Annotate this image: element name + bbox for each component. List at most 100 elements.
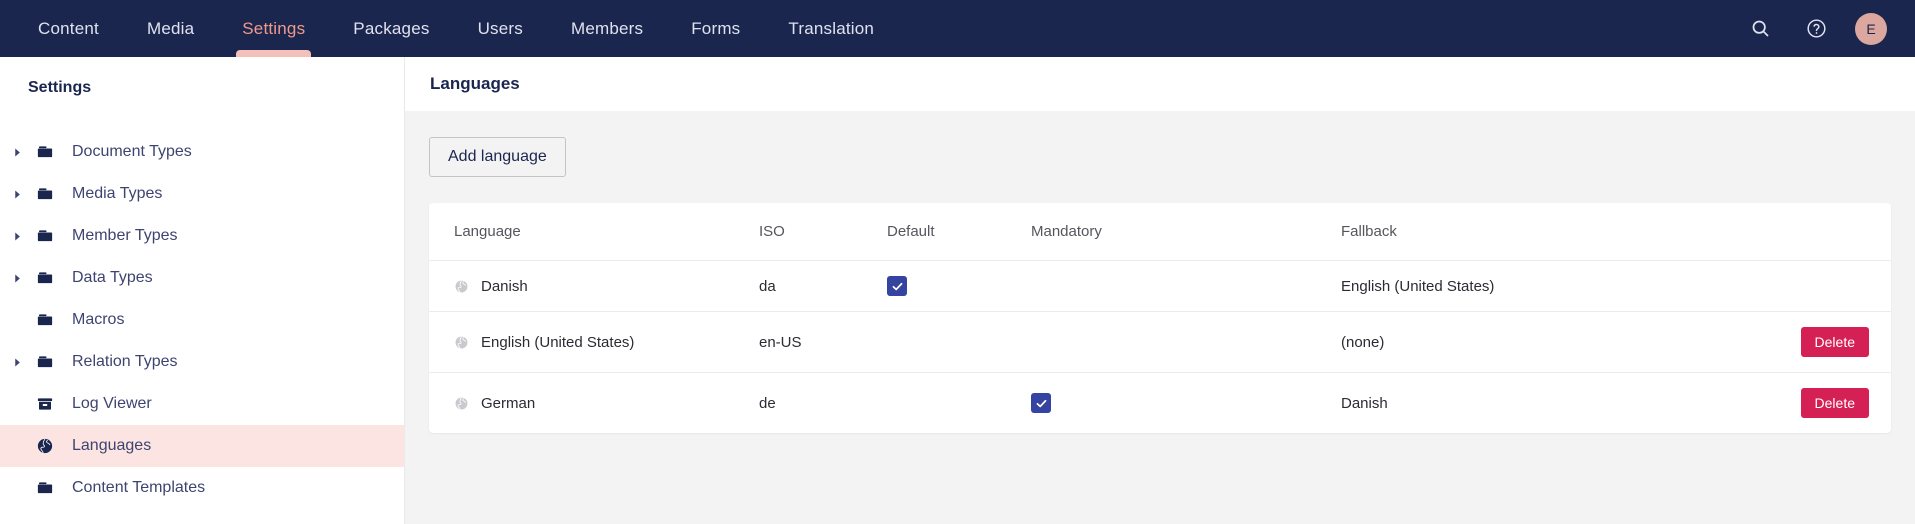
sidebar-item-label: Languages — [72, 437, 152, 454]
sidebar-title: Settings — [28, 79, 92, 96]
nav-item-label: Forms — [691, 18, 741, 38]
cell-actions: Delete — [1771, 311, 1891, 373]
chevron-right-icon[interactable] — [4, 215, 30, 257]
sidebar-item-label: Relation Types — [72, 353, 178, 370]
sidebar-item-data-types[interactable]: Data Types — [0, 257, 404, 299]
nav-item-members[interactable]: Members — [547, 0, 667, 57]
cell-iso: de — [759, 394, 776, 412]
column-header-actions — [1771, 203, 1891, 261]
top-navigation-bar: Content Media Settings Packages Users Members… — [0, 0, 1915, 57]
language-name: English (United States) — [481, 333, 635, 351]
cell-default — [887, 373, 1031, 434]
app-body: Settings Document Types Media Types Member… — [0, 57, 1915, 524]
folder-icon — [30, 479, 60, 497]
cell-language: German — [429, 373, 759, 434]
languages-table-card: Language ISO Default Mandatory Fallback … — [429, 203, 1891, 433]
folder-icon — [30, 227, 60, 245]
nav-item-translation[interactable]: Translation — [764, 0, 898, 57]
nav-item-users[interactable]: Users — [454, 0, 547, 57]
sidebar-item-macros[interactable]: Macros — [0, 299, 404, 341]
folder-icon — [30, 269, 60, 287]
mandatory-checkbox-checked[interactable] — [1031, 393, 1051, 413]
language-name: German — [481, 394, 536, 412]
sidebar-item-relation-types[interactable]: Relation Types — [0, 341, 404, 383]
nav-item-label: Media — [146, 18, 195, 38]
column-header-iso: ISO — [759, 203, 887, 261]
folder-icon — [30, 185, 60, 203]
chevron-right-icon[interactable] — [4, 173, 30, 215]
search-icon[interactable] — [1743, 12, 1777, 46]
sidebar-item-label: Member Types — [72, 227, 178, 244]
nav-item-forms[interactable]: Forms — [667, 0, 764, 57]
help-circle-icon[interactable] — [1799, 12, 1833, 46]
sidebar-item-label: Document Types — [72, 143, 192, 160]
cell-fallback: Danish — [1341, 394, 1388, 412]
sidebar-item-media-types[interactable]: Media Types — [0, 173, 404, 215]
default-empty — [887, 332, 1031, 352]
cell-actions: Delete — [1771, 373, 1891, 434]
column-header-default: Default — [887, 203, 1031, 261]
cell-language: Danish — [429, 260, 759, 312]
table-row: Danish da English (United States) — [429, 260, 1891, 312]
sidebar-item-content-templates[interactable]: Content Templates — [0, 467, 404, 509]
nav-item-packages[interactable]: Packages — [329, 0, 453, 57]
nav-item-label: Translation — [788, 18, 875, 38]
nav-right-actions: E — [1743, 0, 1915, 57]
sidebar-item-languages[interactable]: Languages — [0, 425, 404, 467]
language-name: Danish — [481, 277, 528, 295]
chevron-right-icon[interactable] — [4, 257, 30, 299]
sidebar-item-document-types[interactable]: Document Types — [0, 131, 404, 173]
folder-icon — [30, 353, 60, 371]
settings-tree: Document Types Media Types Member Types Dat… — [0, 131, 404, 509]
nav-active-indicator — [236, 50, 312, 57]
main-header: Languages — [405, 57, 1915, 111]
row-globe-icon — [454, 396, 469, 411]
cell-fallback: English (United States) — [1341, 260, 1771, 312]
table-row: German de Danish Delete — [429, 373, 1891, 434]
cell-language: English (United States) — [429, 311, 759, 373]
table-header: Language ISO Default Mandatory Fallback — [429, 203, 1891, 261]
nav-item-label: Content — [38, 18, 99, 38]
delete-button[interactable]: Delete — [1800, 327, 1869, 357]
row-globe-icon — [454, 279, 469, 294]
sidebar-item-label: Content Templates — [72, 479, 206, 496]
avatar[interactable]: E — [1855, 12, 1887, 45]
row-globe-icon — [454, 335, 469, 350]
nav-item-label: Members — [570, 18, 644, 38]
folder-icon — [30, 311, 60, 329]
cell-iso: da — [759, 260, 887, 312]
main-panel: Languages Add language Language ISO Defa… — [405, 57, 1915, 524]
add-language-button[interactable]: Add language — [429, 137, 566, 177]
nav-item-content[interactable]: Content — [14, 0, 123, 57]
column-header-mandatory: Mandatory — [1031, 203, 1341, 261]
mandatory-empty — [1031, 276, 1341, 296]
cell-actions — [1771, 260, 1891, 312]
sidebar-item-label: Data Types — [72, 269, 153, 286]
nav-item-settings[interactable]: Settings — [218, 0, 329, 57]
table-body: Danish da English (United States) English (… — [429, 260, 1891, 434]
nav-item-label: Packages — [353, 18, 430, 38]
cell-fallback: (none) — [1341, 311, 1771, 373]
cell-default — [887, 311, 1031, 373]
sidebar-item-member-types[interactable]: Member Types — [0, 215, 404, 257]
default-checkbox-checked[interactable] — [887, 276, 907, 296]
chevron-right-icon[interactable] — [4, 131, 30, 173]
languages-table: Language ISO Default Mandatory Fallback … — [429, 203, 1891, 433]
settings-sidebar: Settings Document Types Media Types Member… — [0, 57, 405, 524]
cell-mandatory — [1031, 260, 1341, 312]
nav-item-media[interactable]: Media — [123, 0, 218, 57]
globe-icon — [30, 437, 60, 455]
delete-button[interactable]: Delete — [1800, 388, 1869, 418]
cell-iso: en-US — [759, 311, 887, 373]
table-row: English (United States) en-US (none) Delete — [429, 311, 1891, 373]
page-title: Languages — [430, 74, 520, 93]
sidebar-item-label: Log Viewer — [72, 395, 152, 412]
column-header-language: Language — [429, 203, 759, 261]
default-empty — [887, 393, 1031, 413]
chevron-right-icon[interactable] — [4, 341, 30, 383]
archive-box-icon — [30, 395, 60, 413]
nav-item-label: Settings — [242, 18, 306, 38]
sidebar-item-log-viewer[interactable]: Log Viewer — [0, 383, 404, 425]
folder-icon — [30, 143, 60, 161]
main-nav-items: Content Media Settings Packages Users Members… — [0, 0, 898, 57]
